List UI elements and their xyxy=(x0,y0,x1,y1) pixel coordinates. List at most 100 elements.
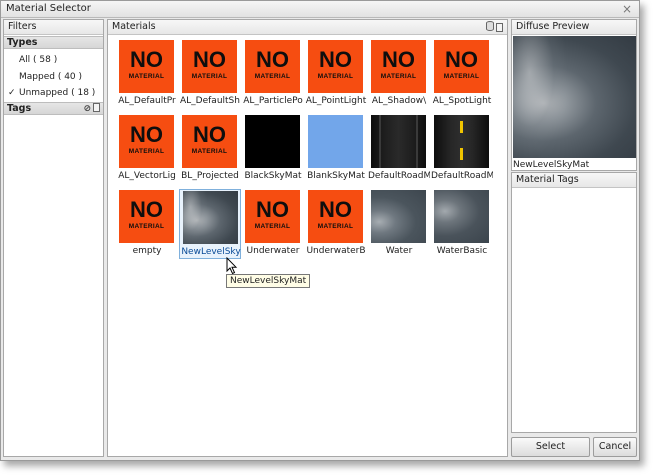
type-filter-all[interactable]: All ( 58 ) xyxy=(8,55,57,65)
filters-panel: Filters Types All ( 58 ) Mapped ( 40 ) ✓… xyxy=(3,19,104,457)
no-material-small-text: MATERIAL xyxy=(443,73,480,80)
road-dash xyxy=(460,121,463,133)
no-material-small-text: MATERIAL xyxy=(128,73,165,80)
material-tile[interactable]: DefaultRoadM xyxy=(368,114,430,184)
diffuse-preview-image xyxy=(513,36,636,158)
select-button[interactable]: Select xyxy=(511,437,590,457)
material-label: AL_DefaultSh xyxy=(180,96,240,106)
material-thumbnail: NO MATERIAL xyxy=(308,190,363,243)
material-tile[interactable]: BlackSkyMat xyxy=(242,114,304,184)
material-tooltip: NewLevelSkyMat xyxy=(226,274,311,288)
material-label: AL_SpotLight xyxy=(432,96,492,106)
diffuse-preview-panel: Diffuse Preview NewLevelSkyMat xyxy=(511,19,637,171)
preview-header: Diffuse Preview xyxy=(512,20,636,35)
no-material-small-text: MATERIAL xyxy=(317,223,354,230)
material-thumbnail xyxy=(308,115,363,168)
material-tile[interactable]: NO MATERIAL AL_ParticlePo xyxy=(242,39,304,109)
material-thumbnail xyxy=(434,115,489,168)
tags-section-header: Tags ⊘ xyxy=(4,102,103,115)
checkmark-icon: ✓ xyxy=(8,88,16,98)
material-label: empty xyxy=(132,246,162,256)
material-thumbnail xyxy=(245,115,300,168)
material-label: AL_VectorLig xyxy=(118,171,176,181)
material-thumbnail: NO MATERIAL xyxy=(245,190,300,243)
materials-header: Materials xyxy=(108,20,507,35)
material-thumbnail: NO MATERIAL xyxy=(245,40,300,93)
no-material-big-text: NO xyxy=(193,122,226,147)
material-label: AL_Shadow\ xyxy=(371,96,427,106)
tag-list-icon[interactable] xyxy=(93,103,100,112)
clear-tags-icon[interactable]: ⊘ xyxy=(83,104,91,115)
material-label: AL_PointLight xyxy=(305,96,367,106)
title-bar[interactable]: Material Selector × xyxy=(1,1,639,18)
material-tile[interactable]: BlankSkyMat xyxy=(305,114,367,184)
no-material-big-text: NO xyxy=(319,197,352,222)
material-thumbnail: NO MATERIAL xyxy=(182,115,237,168)
material-tile[interactable]: DefaultRoadM xyxy=(431,114,493,184)
type-label-mapped: Mapped ( 40 ) xyxy=(19,72,83,82)
material-thumbnail xyxy=(434,190,489,243)
no-material-small-text: MATERIAL xyxy=(128,223,165,230)
no-material-big-text: NO xyxy=(382,47,415,72)
material-thumbnail xyxy=(371,115,426,168)
material-label: WaterBasic xyxy=(436,246,488,256)
types-section-header: Types xyxy=(4,36,103,49)
material-tile[interactable]: NO MATERIAL empty xyxy=(116,189,178,259)
no-material-big-text: NO xyxy=(319,47,352,72)
type-label-unmapped: Unmapped ( 18 ) xyxy=(19,88,96,98)
document-icon[interactable] xyxy=(496,23,503,32)
material-label: DefaultRoadM xyxy=(368,171,430,181)
material-tile[interactable]: NO MATERIAL BL_Projected xyxy=(179,114,241,184)
no-material-big-text: NO xyxy=(256,47,289,72)
no-material-small-text: MATERIAL xyxy=(128,148,165,155)
material-tile[interactable]: NO MATERIAL AL_PointLight xyxy=(305,39,367,109)
material-thumbnail: NO MATERIAL xyxy=(434,40,489,93)
type-filter-mapped[interactable]: Mapped ( 40 ) xyxy=(8,72,82,82)
no-material-small-text: MATERIAL xyxy=(254,223,291,230)
window-title: Material Selector xyxy=(6,3,91,14)
cancel-button[interactable]: Cancel xyxy=(593,437,637,457)
material-tile[interactable]: NO MATERIAL AL_DefaultPr xyxy=(116,39,178,109)
preview-material-name: NewLevelSkyMat xyxy=(513,160,590,170)
no-material-small-text: MATERIAL xyxy=(191,148,228,155)
material-label: NewLevelSky xyxy=(181,247,241,257)
material-tile[interactable]: NO MATERIAL AL_DefaultSh xyxy=(179,39,241,109)
material-tile[interactable]: Water xyxy=(368,189,430,259)
material-thumbnail xyxy=(371,190,426,243)
no-material-big-text: NO xyxy=(130,197,163,222)
filters-header: Filters xyxy=(4,20,103,35)
material-tile[interactable]: NO MATERIAL UnderwaterB xyxy=(305,189,367,259)
no-material-big-text: NO xyxy=(445,47,478,72)
no-material-small-text: MATERIAL xyxy=(317,73,354,80)
no-material-small-text: MATERIAL xyxy=(254,73,291,80)
material-label: DefaultRoadM xyxy=(431,171,493,181)
no-material-big-text: NO xyxy=(193,47,226,72)
material-thumbnail: NO MATERIAL xyxy=(119,190,174,243)
material-label: Water xyxy=(385,246,413,256)
mouse-pointer-icon xyxy=(226,257,238,275)
material-label: BlackSkyMat xyxy=(244,171,302,181)
materials-header-label: Materials xyxy=(112,21,156,32)
material-thumbnail xyxy=(183,191,238,244)
material-tile[interactable]: WaterBasic xyxy=(431,189,493,259)
material-thumbnail: NO MATERIAL xyxy=(182,40,237,93)
close-icon[interactable]: × xyxy=(622,2,632,16)
tags-header-label: Tags xyxy=(7,103,32,114)
material-thumbnail: NO MATERIAL xyxy=(308,40,363,93)
material-tags-header: Material Tags xyxy=(512,173,636,188)
material-label: BL_Projected xyxy=(181,171,239,181)
material-thumbnail: NO MATERIAL xyxy=(119,115,174,168)
material-label: BlankSkyMat xyxy=(307,171,365,181)
material-label: AL_ParticlePo xyxy=(243,96,303,106)
material-tags-panel: Material Tags xyxy=(511,172,637,433)
type-filter-unmapped[interactable]: ✓ Unmapped ( 18 ) xyxy=(8,88,95,98)
material-tile[interactable]: NO MATERIAL AL_VectorLig xyxy=(116,114,178,184)
material-tile[interactable]: NewLevelSky xyxy=(179,189,241,259)
material-tile[interactable]: NO MATERIAL AL_Shadow\ xyxy=(368,39,430,109)
material-tile[interactable]: NO MATERIAL AL_SpotLight xyxy=(431,39,493,109)
material-tile[interactable]: NO MATERIAL Underwater xyxy=(242,189,304,259)
material-thumbnail: NO MATERIAL xyxy=(371,40,426,93)
database-icon[interactable] xyxy=(486,21,494,31)
no-material-big-text: NO xyxy=(130,122,163,147)
no-material-big-text: NO xyxy=(256,197,289,222)
